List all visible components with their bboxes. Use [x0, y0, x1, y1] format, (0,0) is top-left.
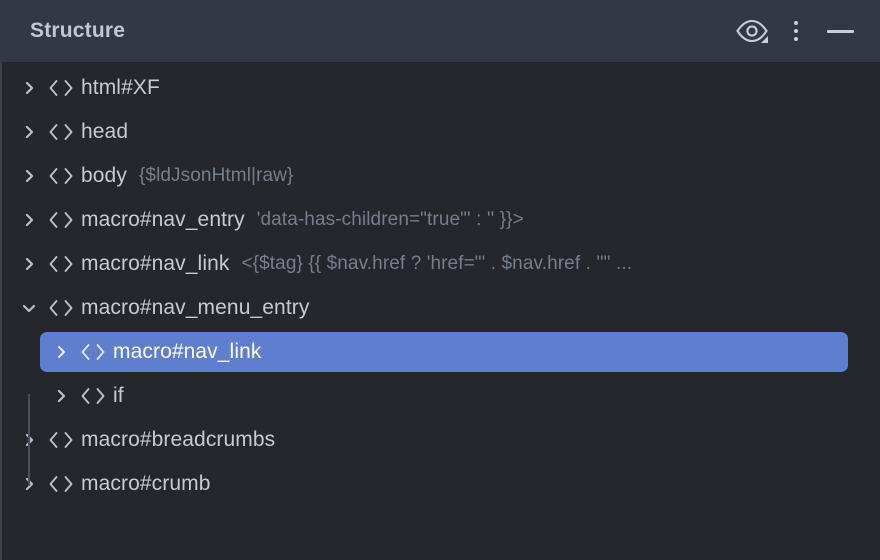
- tree-row-label: macro#breadcrumbs: [81, 428, 276, 451]
- kebab-menu-icon: [794, 21, 798, 41]
- tree-row-label: if: [113, 384, 124, 407]
- code-tag-icon: [44, 299, 78, 317]
- tree-row-content: body {$ldJsonHtml|raw}: [8, 156, 848, 196]
- tree-row-content: macro#nav_menu_entry: [8, 288, 848, 328]
- tree-row[interactable]: macro#nav_menu_entry: [0, 286, 880, 330]
- code-tag-icon: [44, 79, 78, 97]
- tree-row-label: macro#nav_menu_entry: [81, 296, 310, 319]
- tree-row-content: macro#crumb: [8, 464, 848, 504]
- tree-row-content: if: [40, 376, 848, 416]
- chevron-right-icon[interactable]: [48, 376, 74, 416]
- tree-row[interactable]: macro#crumb: [0, 462, 880, 506]
- minimize-icon: [826, 29, 854, 33]
- code-tag-icon: [44, 123, 78, 141]
- tree-row-secondary-text: 'data-has-children="true"' : '' }}>: [256, 209, 524, 230]
- code-tag-icon: [76, 387, 110, 405]
- structure-panel: Structure html#XF head body {$ldJsonHtml…: [0, 0, 880, 560]
- tree-row[interactable]: head: [0, 110, 880, 154]
- chevron-right-icon[interactable]: [16, 68, 42, 108]
- tree-row[interactable]: html#XF: [0, 66, 880, 110]
- tree-row[interactable]: macro#nav_link: [0, 330, 880, 374]
- tree-row[interactable]: macro#breadcrumbs: [0, 418, 880, 462]
- tree-row-label: macro#nav_link: [81, 252, 230, 275]
- tree-row[interactable]: body {$ldJsonHtml|raw}: [0, 154, 880, 198]
- chevron-right-icon[interactable]: [48, 332, 74, 372]
- code-tag-icon: [44, 475, 78, 493]
- tree-row-content: macro#nav_link: [40, 332, 848, 372]
- eye-icon: [735, 18, 769, 44]
- tree-row-content: macro#nav_link <{$tag} {{ $nav.href ? 'hr…: [8, 244, 848, 284]
- dropdown-caret-icon: [761, 36, 768, 43]
- tree-row-label: macro#crumb: [81, 472, 211, 495]
- chevron-right-icon[interactable]: [16, 112, 42, 152]
- tree-row-label: html#XF: [81, 76, 160, 99]
- chevron-right-icon[interactable]: [16, 156, 42, 196]
- panel-titlebar: Structure: [0, 0, 880, 62]
- tree-row-content: html#XF: [8, 68, 848, 108]
- code-tag-icon: [44, 431, 78, 449]
- tree-row-content: macro#breadcrumbs: [8, 420, 848, 460]
- titlebar-actions: [730, 9, 862, 53]
- tree-row-label: body: [81, 164, 127, 187]
- chevron-right-icon[interactable]: [16, 200, 42, 240]
- code-tag-icon: [76, 343, 110, 361]
- eye-visibility-button[interactable]: [730, 9, 774, 53]
- tree-row-secondary-text: <{$tag} {{ $nav.href ? 'href="' . $nav.h…: [241, 253, 633, 274]
- tree-guide-line: [28, 394, 30, 486]
- structure-tree: html#XF head body {$ldJsonHtml|raw} macro#na…: [0, 62, 880, 506]
- tree-row-content: head: [8, 112, 848, 152]
- tree-row[interactable]: macro#nav_entry 'data-has-children="true"…: [0, 198, 880, 242]
- chevron-right-icon[interactable]: [16, 244, 42, 284]
- tree-row-content: macro#nav_entry 'data-has-children="true"…: [8, 200, 848, 240]
- more-options-button[interactable]: [774, 9, 818, 53]
- tree-row-label: macro#nav_link: [113, 340, 262, 363]
- code-tag-icon: [44, 211, 78, 229]
- panel-title: Structure: [30, 19, 126, 42]
- chevron-down-icon[interactable]: [16, 288, 42, 328]
- tree-row[interactable]: if: [0, 374, 880, 418]
- tree-row-label: head: [81, 120, 129, 143]
- tree-row-secondary-text: {$ldJsonHtml|raw}: [138, 165, 294, 186]
- tree-row[interactable]: macro#nav_link <{$tag} {{ $nav.href ? 'hr…: [0, 242, 880, 286]
- minimize-button[interactable]: [818, 9, 862, 53]
- tree-row-label: macro#nav_entry: [81, 208, 245, 231]
- code-tag-icon: [44, 255, 78, 273]
- code-tag-icon: [44, 167, 78, 185]
